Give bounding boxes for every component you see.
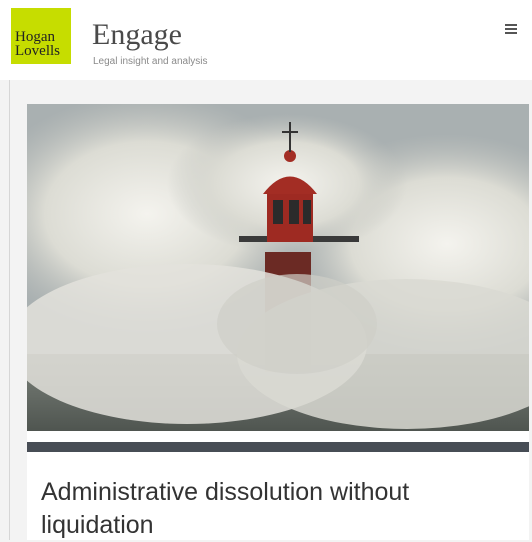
- article-accent-bar: [27, 442, 529, 452]
- hogan-lovells-logo[interactable]: Hogan Lovells: [11, 8, 71, 64]
- site-subtitle: Legal insight and analysis: [93, 56, 208, 67]
- article-hero-image[interactable]: [27, 104, 529, 431]
- logo-line-2: Lovells: [15, 43, 60, 59]
- lighthouse-storm-illustration: [27, 104, 529, 431]
- article-card[interactable]: Administrative dissolution without liqui…: [27, 104, 529, 540]
- logo-line-1: Hogan: [15, 29, 55, 45]
- site-header: Hogan Lovells Engage Legal insight and a…: [0, 0, 532, 80]
- page-left-rule: [9, 80, 10, 540]
- hamburger-menu-icon[interactable]: [505, 24, 517, 34]
- site-title[interactable]: Engage: [92, 18, 182, 52]
- article-headline[interactable]: Administrative dissolution without liqui…: [41, 476, 511, 542]
